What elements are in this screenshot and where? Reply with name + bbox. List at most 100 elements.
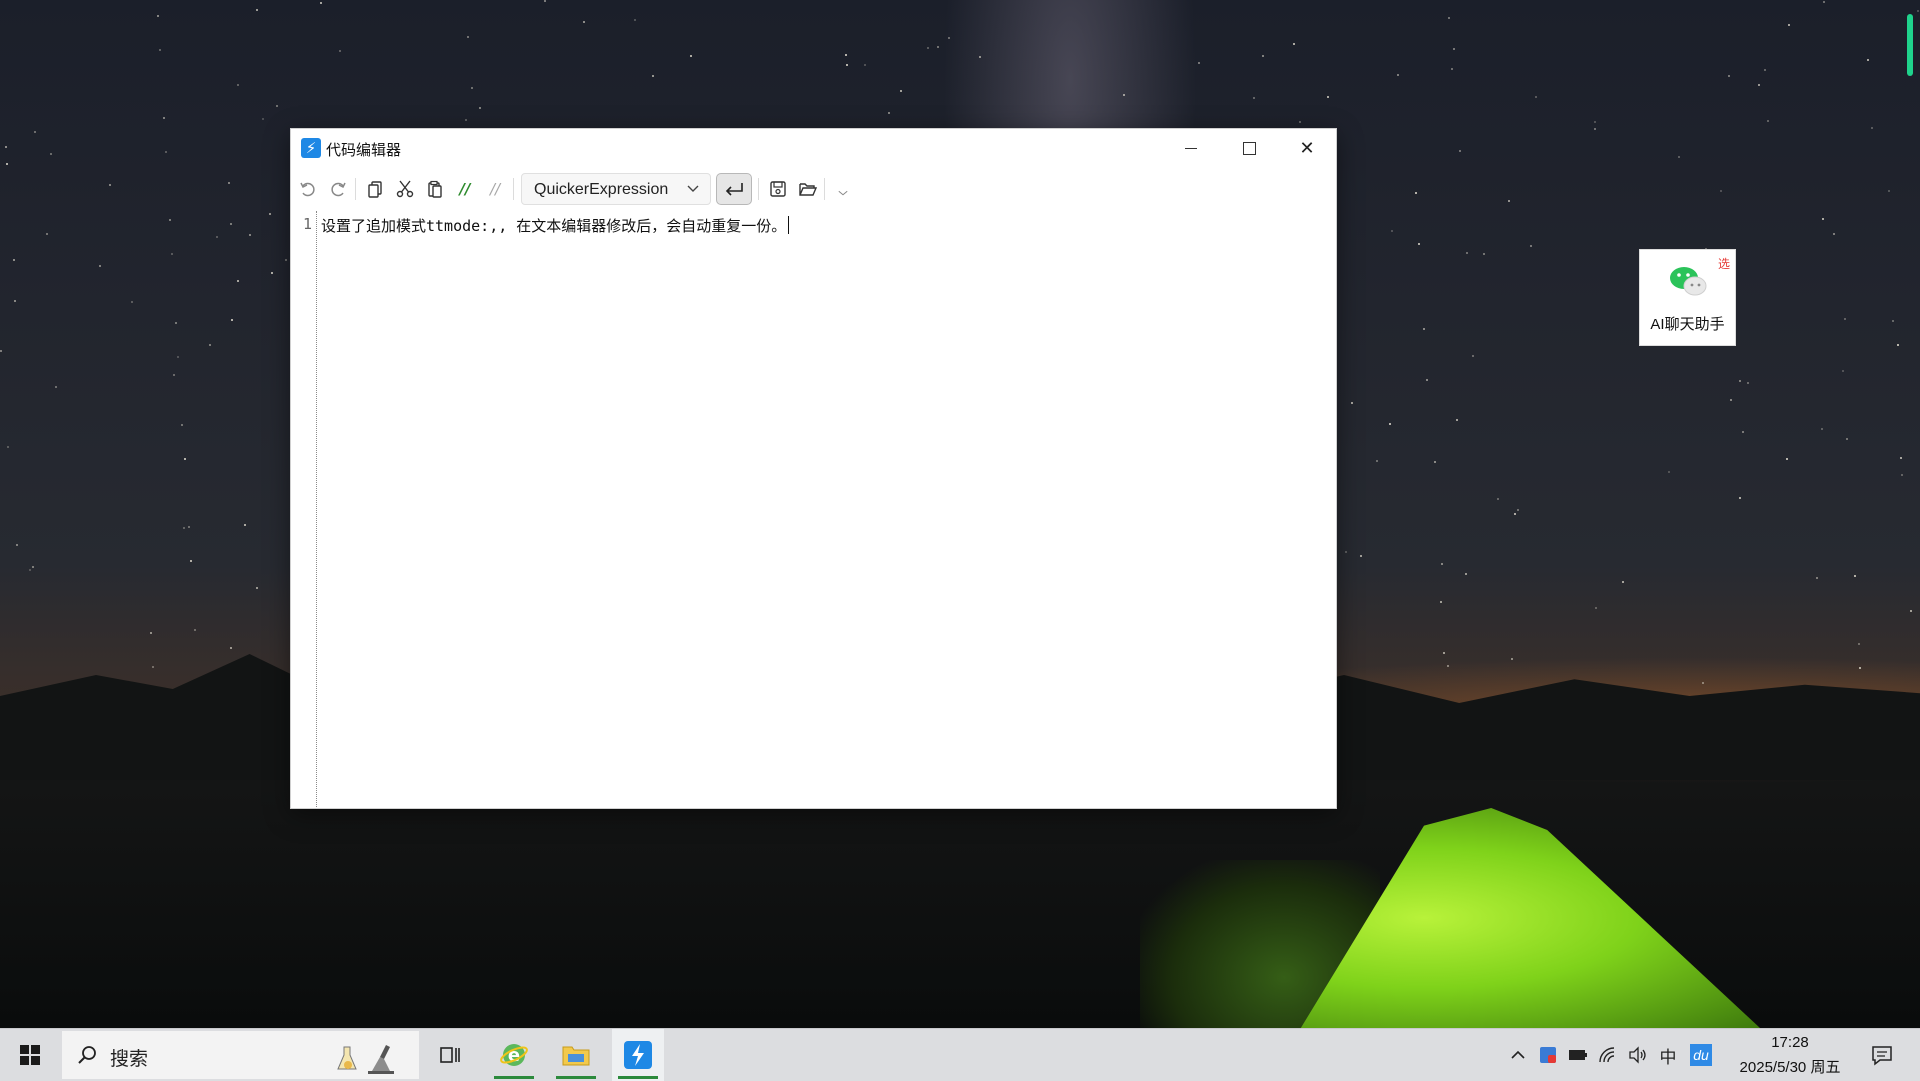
- star: [230, 647, 232, 649]
- scissors-icon: [396, 180, 414, 198]
- star: [0, 350, 2, 352]
- task-view-icon: [440, 1047, 460, 1063]
- star: [1376, 460, 1378, 462]
- star: [1423, 328, 1425, 330]
- star: [1594, 121, 1596, 123]
- star: [152, 666, 154, 668]
- star: [1448, 17, 1450, 19]
- star: [937, 46, 939, 48]
- star: [690, 55, 692, 57]
- star: [1622, 581, 1624, 583]
- star: [231, 319, 233, 321]
- star: [1426, 379, 1428, 381]
- star: [1842, 370, 1844, 372]
- task-view-button[interactable]: [424, 1029, 476, 1081]
- word-wrap-toggle[interactable]: [716, 173, 752, 205]
- search-icon: [78, 1046, 96, 1064]
- uncomment-button[interactable]: //: [481, 174, 509, 204]
- star: [1360, 555, 1362, 557]
- clock-date[interactable]: 2025/5/30 周五: [1734, 1056, 1846, 1077]
- copy-icon: [368, 181, 382, 198]
- star: [1415, 192, 1417, 194]
- star: [1888, 190, 1890, 192]
- star: [1253, 97, 1255, 99]
- star: [1739, 380, 1741, 382]
- star: [1456, 419, 1458, 421]
- tray-security[interactable]: [1536, 1043, 1560, 1067]
- chevron-down-icon: [687, 185, 699, 192]
- tray-baidu-input[interactable]: du: [1690, 1044, 1712, 1066]
- star: [163, 117, 165, 119]
- cut-button[interactable]: [391, 174, 419, 204]
- paste-button[interactable]: [421, 174, 449, 204]
- star: [50, 153, 52, 155]
- ai-chat-widget[interactable]: 选 AI聊天助手: [1639, 249, 1736, 346]
- toolbar-separator: [513, 178, 514, 200]
- select-badge[interactable]: 选: [1718, 255, 1730, 272]
- star: [979, 56, 981, 58]
- star: [1508, 200, 1510, 202]
- star: [230, 223, 232, 225]
- title-bar[interactable]: ⚡ 代码编辑器 ✕: [291, 129, 1336, 167]
- star: [846, 64, 848, 66]
- star: [285, 259, 287, 261]
- notification-center-button[interactable]: [1868, 1041, 1896, 1069]
- star: [1822, 218, 1824, 220]
- star: [183, 527, 185, 529]
- open-folder-button[interactable]: [794, 174, 822, 204]
- minimize-button[interactable]: [1162, 129, 1220, 167]
- star: [1897, 344, 1899, 346]
- star: [150, 632, 152, 634]
- star: [845, 54, 847, 56]
- star: [175, 322, 177, 324]
- star: [1816, 577, 1818, 579]
- chevron-down-icon: [838, 190, 848, 196]
- close-button[interactable]: ✕: [1278, 129, 1336, 167]
- toolbar-overflow-button[interactable]: [829, 183, 857, 203]
- line-number: 1: [302, 215, 312, 233]
- copy-button[interactable]: [361, 174, 389, 204]
- toolbar-separator: [758, 178, 759, 200]
- undo-button[interactable]: [294, 174, 322, 204]
- star: [269, 213, 271, 215]
- code-editor-window: ⚡ 代码编辑器 ✕ // // QuickerExpression 1 设置了追…: [290, 128, 1337, 809]
- star: [1514, 513, 1516, 515]
- edge-indicator: [1907, 14, 1913, 76]
- tray-network[interactable]: [1596, 1043, 1620, 1067]
- tray-input-method[interactable]: 中: [1656, 1043, 1680, 1067]
- maximize-button[interactable]: [1220, 129, 1278, 167]
- taskbar-file-explorer[interactable]: [550, 1029, 602, 1081]
- tray-volume[interactable]: [1626, 1043, 1650, 1067]
- star: [190, 560, 192, 562]
- star: [1299, 121, 1301, 123]
- star: [131, 301, 133, 303]
- chevron-up-icon: [1511, 1050, 1525, 1059]
- save-button[interactable]: [764, 174, 792, 204]
- star: [1497, 498, 1499, 500]
- star: [1747, 382, 1749, 384]
- star: [634, 19, 636, 21]
- comment-button[interactable]: //: [451, 174, 479, 204]
- star: [1720, 190, 1722, 192]
- star: [34, 131, 36, 133]
- taskbar-quicker[interactable]: [612, 1029, 664, 1081]
- tray-battery[interactable]: [1566, 1043, 1590, 1067]
- redo-button[interactable]: [324, 174, 352, 204]
- star: [1262, 55, 1264, 57]
- language-select[interactable]: QuickerExpression: [521, 173, 711, 205]
- star: [1443, 652, 1445, 654]
- start-button[interactable]: [10, 1040, 50, 1070]
- taskbar-search-box[interactable]: 搜索: [62, 1031, 419, 1079]
- taskbar-internet-explorer[interactable]: e: [488, 1029, 540, 1081]
- star: [479, 107, 481, 109]
- star: [5, 146, 7, 148]
- star: [55, 386, 57, 388]
- code-editor-area[interactable]: 1 设置了追加模式ttmode:,, 在文本编辑器修改后，会自动重复一份。: [291, 211, 1336, 807]
- star: [471, 87, 473, 89]
- wechat-icon: [1670, 267, 1707, 296]
- tray-overflow-button[interactable]: [1506, 1043, 1530, 1067]
- notification-icon: [1872, 1046, 1892, 1066]
- clock-time[interactable]: 17:28: [1760, 1034, 1820, 1051]
- close-icon: ✕: [1299, 137, 1315, 159]
- code-line[interactable]: 设置了追加模式ttmode:,, 在文本编辑器修改后，会自动重复一份。: [321, 215, 790, 236]
